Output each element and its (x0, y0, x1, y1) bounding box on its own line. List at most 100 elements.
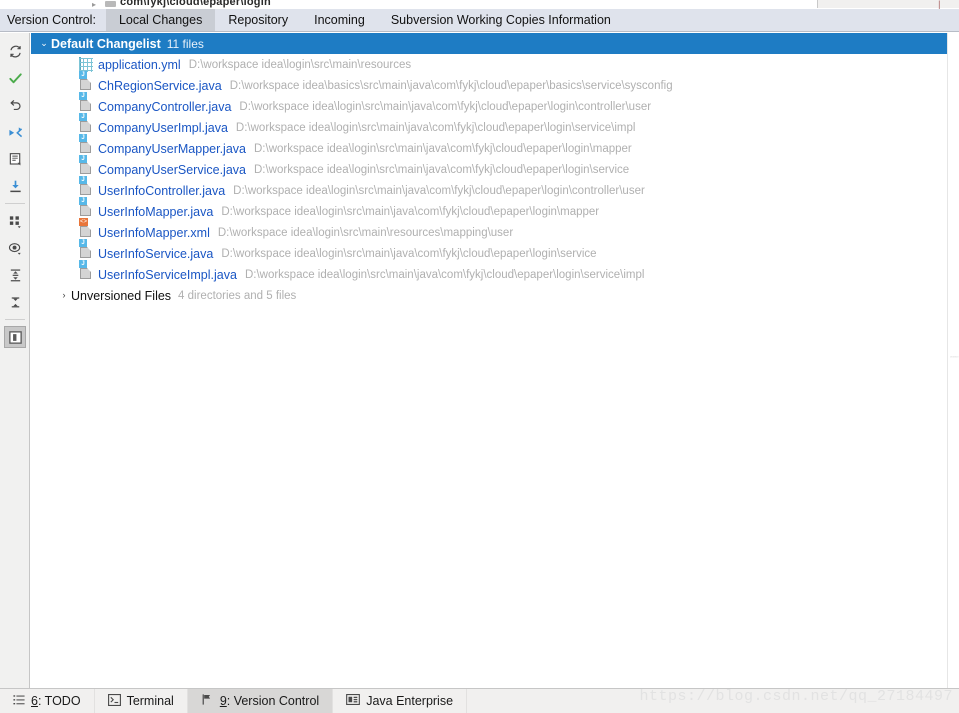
changelist-file-count: 11 files (167, 37, 204, 51)
changed-file-row[interactable]: <> UserInfoMapper.xml D:\workspace idea\lo… (31, 222, 959, 243)
clipped-path-label: com\fykj\cloud\epaper\login (120, 0, 271, 8)
show-details-button[interactable] (0, 146, 30, 173)
java-file-icon: J (79, 79, 93, 93)
tab-local-changes-label: Local Changes (119, 13, 202, 27)
tab-local-changes[interactable]: Local Changes (106, 9, 215, 31)
changed-file-path: D:\workspace idea\login\src\main\resourc… (189, 59, 411, 71)
java-file-icon: J (79, 247, 93, 261)
collapse-all-button[interactable] (0, 289, 30, 316)
changed-file-name: UserInfoService.java (98, 247, 213, 261)
changed-file-name: CompanyUserMapper.java (98, 142, 246, 156)
chevron-right-icon[interactable]: › (57, 285, 71, 306)
changed-file-path: D:\workspace idea\login\src\main\java\co… (233, 185, 645, 197)
rollback-button[interactable] (0, 92, 30, 119)
changed-file-name: CompanyController.java (98, 100, 231, 114)
changed-file-path: D:\workspace idea\login\src\main\java\co… (236, 122, 635, 134)
changed-file-name: UserInfoServiceImpl.java (98, 268, 237, 282)
java-enterprise-icon (346, 694, 360, 708)
java-file-icon: J (79, 121, 93, 135)
status-button-java-enterprise[interactable]: Java Enterprise (333, 689, 467, 713)
unversioned-files-row[interactable]: › Unversioned Files 4 directories and 5 … (31, 285, 959, 306)
local-changes-toolbar (0, 33, 30, 688)
toolbar-separator (5, 203, 25, 204)
changed-file-row[interactable]: J UserInfoController.java D:\workspace ide… (31, 180, 959, 201)
changed-file-row[interactable]: application.yml D:\workspace idea\login\s… (31, 54, 959, 75)
rollback-icon (8, 98, 23, 113)
version-control-branch-icon (201, 693, 214, 709)
changed-file-path: D:\workspace idea\basics\src\main\java\c… (230, 80, 673, 92)
chevron-down-icon[interactable]: ⌄ (37, 33, 51, 54)
update-project-icon (8, 179, 23, 194)
status-button-version-control[interactable]: 9: Version Control (188, 689, 333, 713)
status-button-version-control-label: : Version Control (227, 694, 319, 708)
group-by-button[interactable] (0, 208, 30, 235)
vertical-scrollbar[interactable]: ▫▫▫▫▫▫ (947, 33, 959, 688)
changed-file-path: D:\workspace idea\login\src\main\java\co… (221, 248, 596, 260)
expand-all-button[interactable] (0, 262, 30, 289)
changed-file-name: ChRegionService.java (98, 79, 222, 93)
xml-file-icon: <> (79, 226, 93, 240)
changed-file-row[interactable]: J UserInfoService.java D:\workspace idea\l… (31, 243, 959, 264)
version-control-label: Version Control: (0, 9, 106, 31)
preview-eye-icon (8, 241, 23, 256)
changed-file-path: D:\workspace idea\login\src\main\resourc… (218, 227, 513, 239)
commit-changes-button[interactable] (0, 65, 30, 92)
local-changes-tree[interactable]: ⌄ Default Changelist 11 files applicatio… (31, 33, 959, 688)
changed-file-path: D:\workspace idea\login\src\main\java\co… (245, 269, 644, 281)
changed-file-row[interactable]: J CompanyUserImpl.java D:\workspace idea\l… (31, 117, 959, 138)
changed-file-name: application.yml (98, 58, 181, 72)
todo-list-icon (13, 694, 25, 709)
refresh-icon (8, 44, 23, 59)
tab-repository[interactable]: Repository (215, 9, 301, 31)
changed-file-path: D:\workspace idea\login\src\main\java\co… (254, 143, 632, 155)
toggle-layout-button[interactable] (0, 324, 30, 351)
status-button-todo[interactable]: 6: TODO (0, 689, 95, 713)
update-project-button[interactable] (0, 173, 30, 200)
changelist-title: Default Changelist (51, 37, 161, 51)
terminal-icon (108, 694, 121, 709)
toolbar-separator-2 (5, 319, 25, 320)
changed-file-row[interactable]: JCompanyController.javaD:\workspace idea… (31, 96, 959, 117)
status-button-java-enterprise-label: Java Enterprise (366, 694, 453, 708)
status-button-terminal[interactable]: Terminal (95, 689, 188, 713)
tab-subversion-working-copies-information[interactable]: Subversion Working Copies Information (378, 9, 624, 31)
commit-check-icon (8, 71, 23, 86)
preview-diff-button[interactable] (0, 235, 30, 262)
changed-file-name: CompanyUserImpl.java (98, 121, 228, 135)
refresh-button[interactable] (0, 38, 30, 65)
changed-file-path: D:\workspace idea\login\src\main\java\co… (221, 206, 599, 218)
changed-file-name: UserInfoMapper.xml (98, 226, 210, 240)
clipped-folder-icon (105, 1, 116, 7)
tab-incoming[interactable]: Incoming (301, 9, 378, 31)
changed-file-name: UserInfoMapper.java (98, 205, 213, 219)
changed-file-row[interactable]: JCompanyUserService.javaD:\workspace ide… (31, 159, 959, 180)
tab-repository-label: Repository (228, 13, 288, 27)
changed-file-row[interactable]: J UserInfoMapper.java D:\workspace idea\lo… (31, 201, 959, 222)
changed-file-path: D:\workspace idea\login\src\main\java\co… (254, 164, 629, 176)
show-diff-icon (8, 125, 23, 140)
changed-file-name: UserInfoController.java (98, 184, 225, 198)
java-file-icon: J (79, 100, 93, 114)
status-button-version-control-number: 9 (220, 694, 227, 708)
yml-file-icon (79, 58, 93, 72)
changed-file-row[interactable]: JUserInfoServiceImpl.javaD:\workspace id… (31, 264, 959, 285)
expand-all-icon (8, 268, 23, 283)
status-button-todo-number: 6 (31, 694, 38, 708)
changed-file-row[interactable]: JCompanyUserMapper.javaD:\workspace idea… (31, 138, 959, 159)
java-file-icon: J (79, 184, 93, 198)
unversioned-files-count: 4 directories and 5 files (178, 290, 296, 302)
changelist-row-default[interactable]: ⌄ Default Changelist 11 files (31, 33, 959, 54)
changed-files-list: application.yml D:\workspace idea\login\s… (31, 54, 959, 285)
status-button-terminal-label: Terminal (127, 694, 174, 708)
toggle-layout-icon (8, 330, 23, 345)
changed-file-row[interactable]: J ChRegionService.java D:\workspace idea\b… (31, 75, 959, 96)
unversioned-files-title: Unversioned Files (71, 289, 171, 303)
java-file-icon: J (79, 205, 93, 219)
clipped-twisty-icon: ▸ (92, 2, 96, 8)
tool-window-statusbar: 6: TODO Terminal 9: Version Control (0, 688, 959, 713)
tab-subversion-working-copies-information-label: Subversion Working Copies Information (391, 13, 611, 27)
status-button-todo-label: : TODO (38, 694, 81, 708)
show-diff-button[interactable] (0, 119, 30, 146)
version-control-tabbar: Version Control: Local Changes Repositor… (0, 9, 959, 32)
java-file-icon: J (79, 163, 93, 177)
